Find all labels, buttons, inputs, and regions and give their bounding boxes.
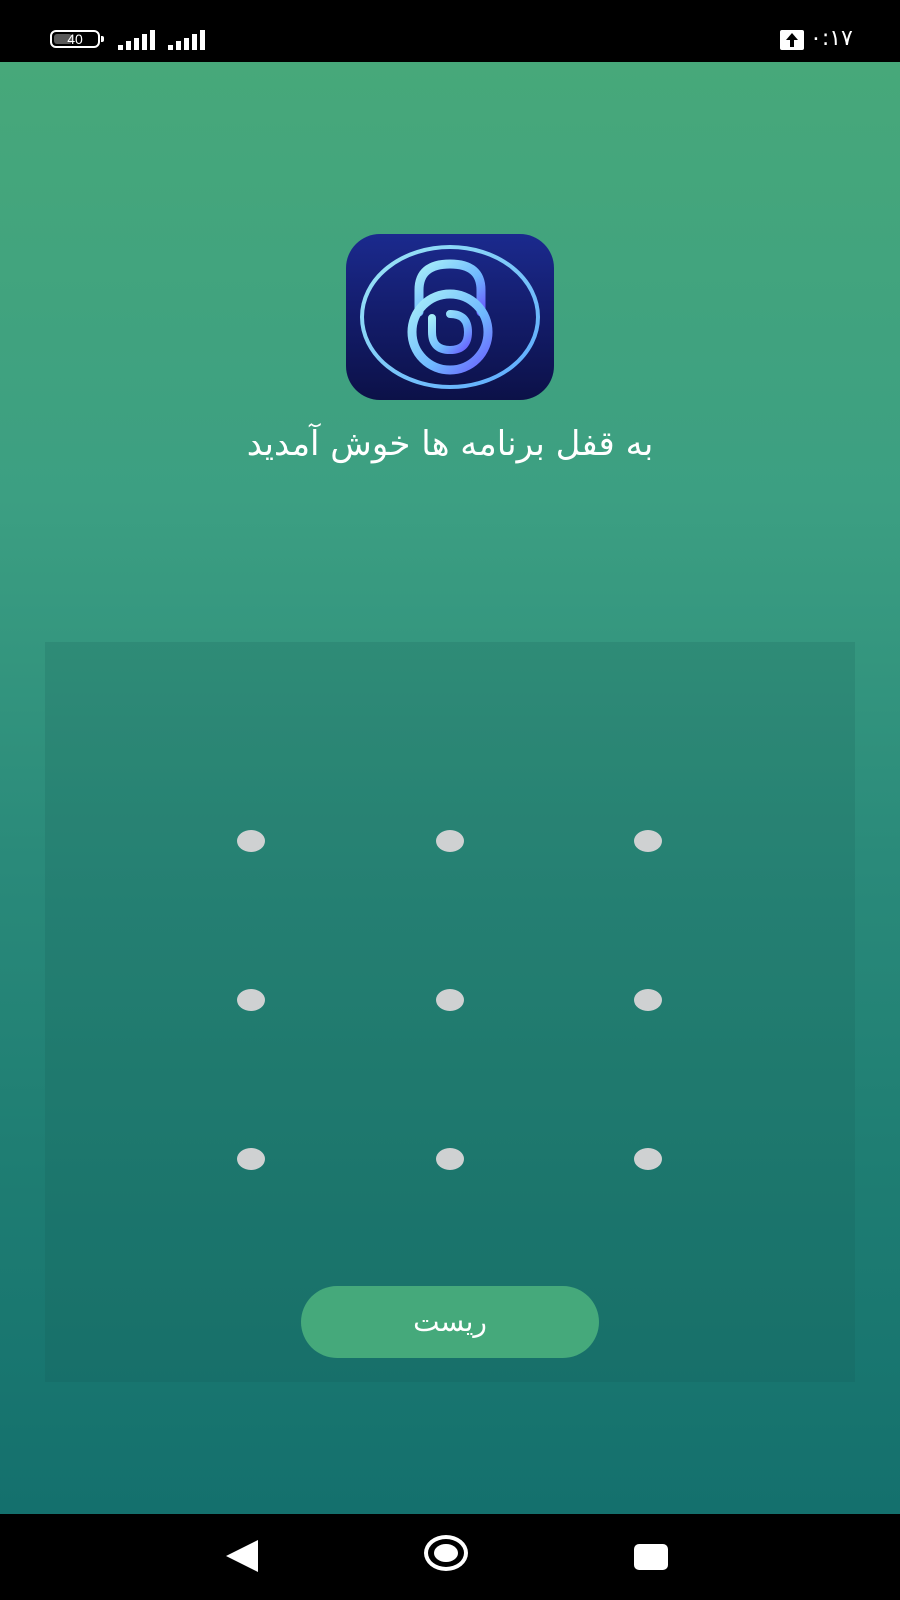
lock-icon bbox=[346, 234, 554, 400]
signal-icon bbox=[168, 30, 205, 50]
pattern-dot[interactable] bbox=[634, 830, 662, 852]
signal-icon bbox=[118, 30, 155, 50]
upload-icon bbox=[780, 30, 804, 50]
home-icon[interactable] bbox=[424, 1535, 468, 1571]
battery-icon: 40 bbox=[50, 30, 104, 48]
pattern-dot[interactable] bbox=[237, 830, 265, 852]
pattern-lock[interactable] bbox=[45, 642, 855, 1382]
pattern-dot[interactable] bbox=[237, 989, 265, 1011]
navigation-bar bbox=[0, 1514, 900, 1600]
pattern-dot[interactable] bbox=[436, 989, 464, 1011]
status-bar: 40 ۰:۱۷ bbox=[0, 0, 900, 62]
pattern-dot[interactable] bbox=[237, 1148, 265, 1170]
pattern-dot[interactable] bbox=[634, 989, 662, 1011]
clock: ۰:۱۷ bbox=[810, 26, 853, 51]
lock-screen: به قفل برنامه ها خوش آمدید ریست bbox=[0, 62, 900, 1514]
back-icon[interactable] bbox=[226, 1540, 258, 1572]
pattern-dot[interactable] bbox=[634, 1148, 662, 1170]
welcome-title: به قفل برنامه ها خوش آمدید bbox=[246, 424, 654, 464]
reset-button[interactable]: ریست bbox=[301, 1286, 599, 1358]
battery-level: 40 bbox=[67, 31, 83, 47]
recents-icon[interactable] bbox=[634, 1544, 668, 1570]
pattern-dot[interactable] bbox=[436, 1148, 464, 1170]
pattern-dot[interactable] bbox=[436, 830, 464, 852]
